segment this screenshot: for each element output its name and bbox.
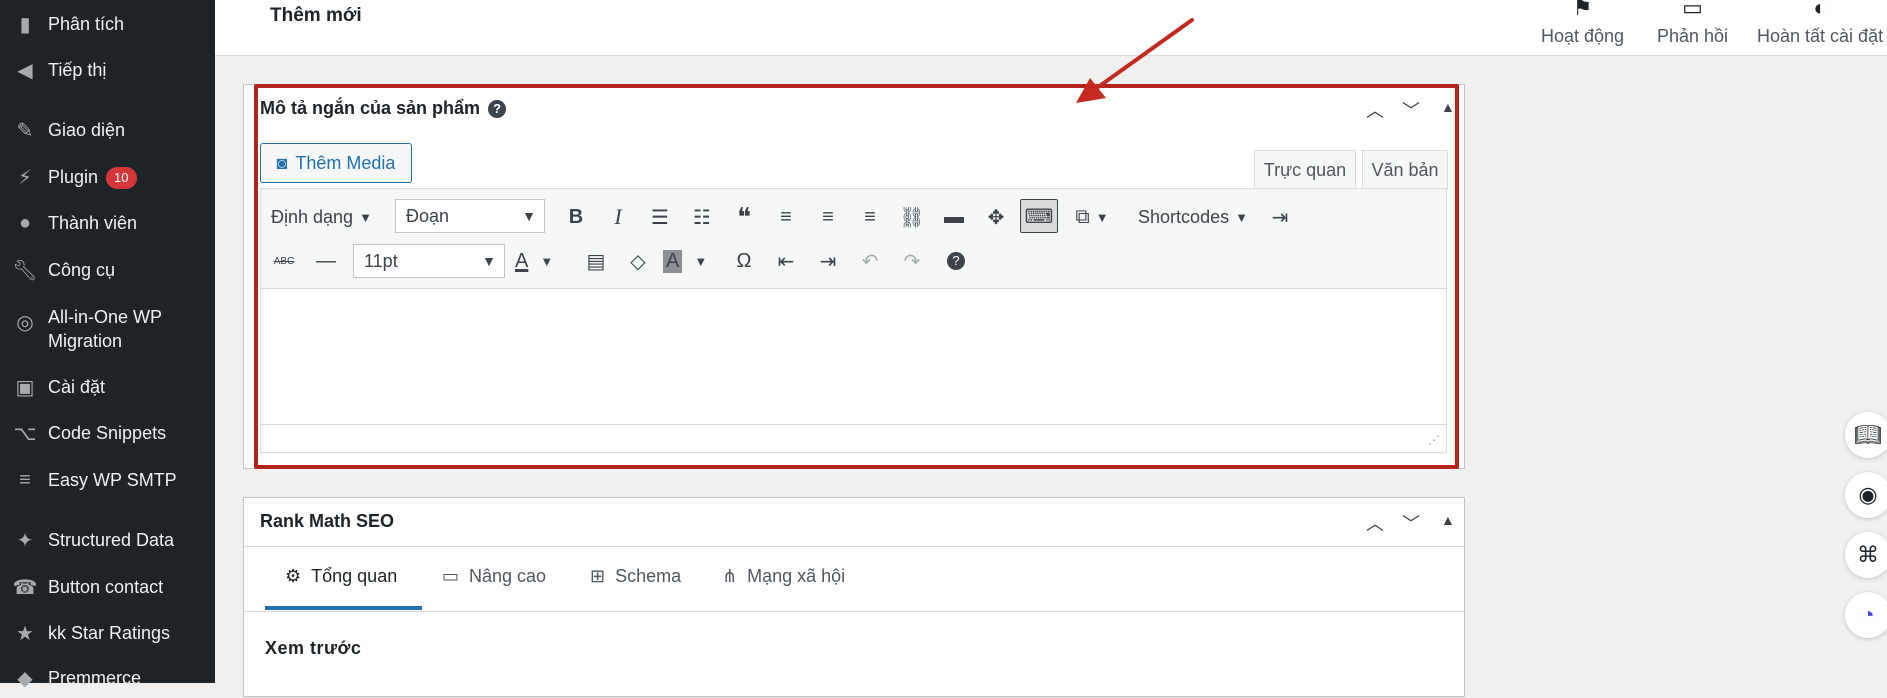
admin-sidebar: ▮ Phân tích ◀ Tiếp thị ✎ Giao diện ⚡ Plu… (0, 0, 215, 690)
sidebar-item-analytics[interactable]: ▮ Phân tích (0, 4, 215, 44)
sidebar-item-label: Giao diện (48, 120, 126, 140)
gear-icon: ⚙ (285, 566, 302, 586)
tab-label: Nâng cao (469, 566, 547, 586)
sidebar-item-label: Plugin (48, 166, 99, 187)
sidebar-item-label: Premmerce (48, 668, 142, 688)
sidebar-item-migration[interactable]: ◎ All-in-One WP Migration (0, 305, 215, 355)
sidebar-item-label: Công cụ (48, 260, 116, 280)
tab-social[interactable]: ⋔ Mạng xã hội (722, 566, 845, 587)
top-header-bar: Thêm mới ⚑ Hoạt động ▭ Phản hồi ◐ Hoàn t… (215, 0, 1887, 56)
sidebar-item-label: Phân tích (48, 14, 125, 34)
briefcase-icon: ▭ (442, 566, 460, 586)
sidebar-item-button-contact[interactable]: ☎ Button contact (0, 567, 215, 607)
apps-icon[interactable]: ⌘ (1845, 532, 1887, 578)
preview-heading: Xem trước (265, 638, 362, 658)
activity-button[interactable]: ⚑ Hoạt động (1541, 0, 1624, 47)
feedback-icon: ▭ (1682, 0, 1703, 20)
sidebar-item-label: Code Snippets (48, 423, 167, 443)
divider (244, 611, 1464, 612)
page-title: Thêm mới (270, 5, 362, 26)
phone-icon: ☎ (12, 576, 38, 599)
sidebar-item-label: Cài đặt (48, 377, 106, 397)
bar-chart-icon: ▮ (19, 13, 31, 36)
activity-label: Hoạt động (1541, 26, 1625, 46)
assistant-bot-icon[interactable]: ◔ (1845, 592, 1887, 638)
sidebar-item-premmerce[interactable]: ◆ Premmerce (0, 658, 215, 698)
plugin-icon: ⚡ (17, 166, 33, 189)
sidebar-item-tools[interactable]: 🔧︎ Công cụ (0, 250, 215, 290)
sidebar-item-structured-data[interactable]: ✦ Structured Data (0, 520, 215, 560)
book-icon[interactable]: 📖︎ (1845, 412, 1887, 458)
tab-overview[interactable]: ⚙ Tổng quan (285, 566, 397, 587)
user-icon: ● (18, 211, 32, 234)
move-up-button[interactable]: ︿ (1366, 510, 1384, 536)
sidebar-item-marketing[interactable]: ◀ Tiếp thị (0, 50, 215, 90)
sidebar-item-label: All-in-One WP Migration (48, 307, 162, 351)
sidebar-item-users[interactable]: ● Thành viên (0, 203, 215, 243)
tab-advanced[interactable]: ▭ Nâng cao (442, 566, 546, 587)
tab-label: Mạng xã hội (747, 566, 846, 586)
move-down-button[interactable]: ﹀ (1402, 510, 1420, 536)
broadcast-icon[interactable]: ◉ (1845, 472, 1887, 518)
sidebar-item-label: Structured Data (48, 530, 175, 550)
divider (244, 546, 1464, 547)
sidebar-item-easy-wp-smtp[interactable]: ≡ Easy WP SMTP (0, 460, 215, 500)
cart-icon: ◆ (17, 667, 33, 690)
sidebar-item-code-snippets[interactable]: ⌥ Code Snippets (0, 413, 215, 453)
paint-brush-icon: ✎ (16, 119, 34, 142)
code-icon: ⌥ (13, 422, 37, 445)
sidebar-item-label: Easy WP SMTP (48, 470, 177, 490)
toggle-panel-button[interactable]: ▲ (1441, 512, 1455, 528)
sidebar-item-label: Button contact (48, 577, 164, 597)
sidebar-item-appearance[interactable]: ✎ Giao diện (0, 110, 215, 150)
annotation-highlight-box (254, 84, 1459, 469)
star-icon: ★ (16, 622, 34, 645)
flag-icon: ⚑ (1572, 0, 1593, 20)
sidebar-item-plugins[interactable]: ⚡ Plugin 10 (0, 157, 215, 197)
sidebar-item-label: kk Star Ratings (48, 623, 171, 643)
finish-setup-label: Hoàn tất cài đặt (1757, 26, 1884, 46)
feedback-label: Phản hồi (1657, 26, 1729, 46)
tab-schema[interactable]: ⊞ Schema (590, 566, 681, 587)
sidebar-item-kk-star-ratings[interactable]: ★ kk Star Ratings (0, 613, 215, 653)
settings-icon: ▣ (15, 376, 35, 399)
annotation-arrow (1076, 18, 1194, 103)
sidebar-item-label: Thành viên (48, 213, 138, 233)
finish-setup-button[interactable]: ◐ Hoàn tất cài đặt (1757, 0, 1883, 47)
plugin-update-badge: 10 (106, 167, 137, 190)
migration-icon: ◎ (16, 311, 34, 334)
share-icon: ⋔ (722, 566, 738, 586)
megaphone-icon: ◀ (17, 59, 33, 82)
active-tab-indicator (265, 606, 422, 610)
tab-label: Tổng quan (311, 566, 398, 586)
rank-math-postbox (243, 497, 1465, 697)
wrench-icon: 🔧︎ (12, 259, 38, 282)
cart-icon: ⊞ (590, 566, 606, 586)
pin-icon: ✦ (16, 529, 34, 552)
feedback-button[interactable]: ▭ Phản hồi (1657, 0, 1728, 47)
sidebar-item-settings[interactable]: ▣ Cài đặt (0, 367, 215, 407)
progress-icon: ◐ (1813, 0, 1827, 20)
mail-icon: ≡ (19, 468, 31, 491)
sidebar-item-label: Tiếp thị (48, 60, 107, 80)
rank-math-title: Rank Math SEO (260, 511, 395, 531)
tab-label: Schema (615, 566, 682, 586)
